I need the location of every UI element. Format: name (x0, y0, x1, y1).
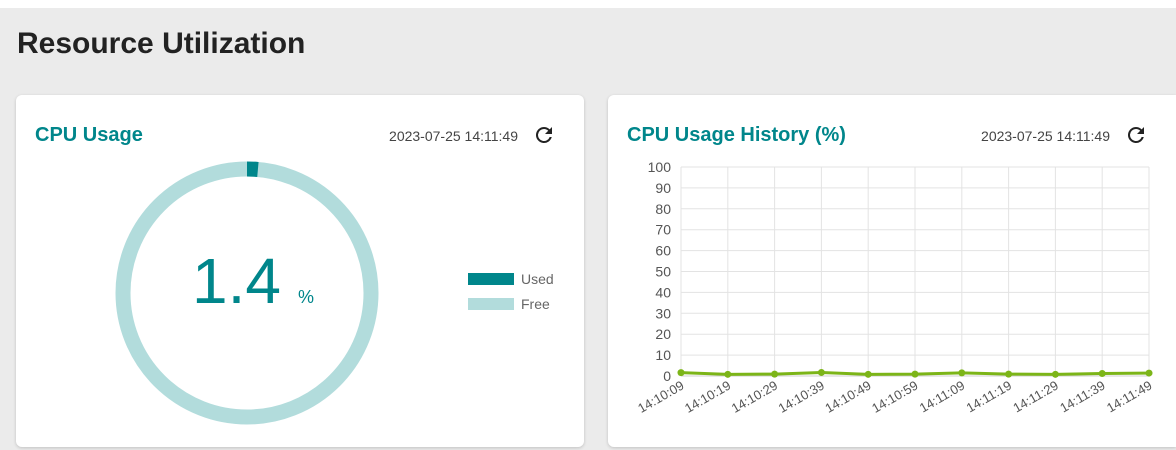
data-point (771, 370, 779, 378)
data-point (677, 369, 685, 377)
x-tick-label: 14:10:29 (729, 378, 780, 416)
cpu-usage-unit: % (298, 287, 315, 307)
refresh-icon[interactable] (532, 123, 556, 147)
x-tick-label: 14:10:39 (776, 378, 827, 416)
y-tick-label: 0 (663, 368, 671, 384)
data-point (864, 370, 872, 378)
x-tick-label: 14:11:49 (1104, 378, 1154, 416)
x-tick-label: 14:11:29 (1010, 378, 1060, 416)
data-point (817, 368, 825, 376)
cpu-usage-value: 1.4 (192, 245, 281, 317)
data-point (1005, 370, 1013, 378)
x-tick-label: 14:10:19 (682, 378, 733, 416)
y-tick-label: 10 (655, 347, 671, 363)
x-tick-label: 14:10:49 (822, 378, 873, 416)
page-title: Resource Utilization (17, 27, 306, 60)
refresh-icon[interactable] (1124, 123, 1148, 147)
cpu-usage-timestamp: 2023-07-25 14:11:49 (389, 128, 518, 144)
data-point (1098, 369, 1106, 377)
data-point (724, 370, 732, 378)
y-tick-label: 20 (655, 326, 671, 342)
x-tick-label: 14:11:09 (917, 378, 967, 416)
y-tick-label: 70 (655, 222, 671, 238)
x-tick-label: 14:11:19 (964, 378, 1014, 416)
legend-free-label: Free (521, 296, 550, 312)
cpu-history-timestamp: 2023-07-25 14:11:49 (981, 128, 1110, 144)
y-tick-label: 40 (655, 284, 671, 300)
legend-used-swatch (468, 273, 514, 285)
x-tick-label: 14:11:39 (1057, 378, 1107, 416)
y-tick-label: 80 (655, 201, 671, 217)
cpu-history-title: CPU Usage History (%) (627, 124, 846, 146)
legend-free-swatch (468, 298, 514, 310)
data-point (911, 370, 919, 378)
x-tick-label: 14:10:59 (869, 378, 920, 416)
cpu-history-card: CPU Usage History (%) 2023-07-25 14:11:4… (608, 95, 1176, 447)
y-tick-label: 60 (655, 243, 671, 259)
cpu-history-chart: 010203040506070809010014:10:0914:10:1914… (635, 159, 1154, 416)
data-point (1145, 369, 1153, 377)
y-tick-label: 100 (648, 159, 672, 175)
data-point (958, 369, 966, 377)
cpu-usage-title: CPU Usage (35, 124, 143, 146)
data-point (1051, 370, 1059, 378)
cpu-usage-card: CPU Usage 2023-07-25 14:11:49 1.4 % Used… (16, 95, 584, 447)
y-tick-label: 90 (655, 180, 671, 196)
x-tick-label: 14:10:09 (635, 378, 686, 416)
y-tick-label: 50 (655, 264, 671, 280)
y-tick-label: 30 (655, 305, 671, 321)
legend-used-label: Used (521, 271, 554, 287)
